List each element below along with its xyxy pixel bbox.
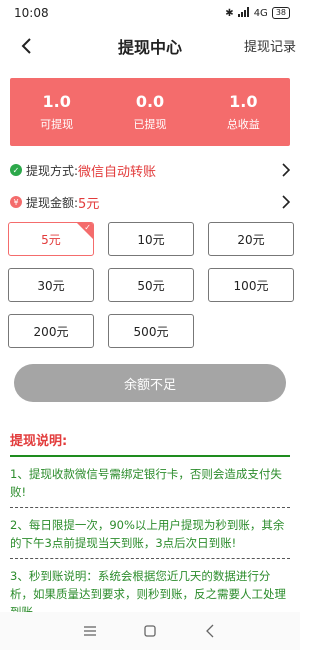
amount-option-20[interactable]: 20元 [208, 222, 294, 256]
chevron-right-icon [282, 195, 290, 209]
battery-icon: 38 [271, 7, 290, 19]
status-time: 10:08 [14, 6, 49, 20]
amount-option-200[interactable]: 200元 [8, 314, 94, 348]
amount-option-label: 20元 [237, 232, 265, 247]
network-type: 4G [253, 7, 268, 19]
withdraw-amount-row[interactable]: ¥ 提现金额: 5元 [0, 186, 300, 218]
amount-option-label: 30元 [37, 278, 65, 293]
amount-option-label: 500元 [133, 324, 169, 339]
amount-option-30[interactable]: 30元 [8, 268, 94, 302]
summary-value: 1.0 [229, 92, 258, 111]
summary-label: 已提现 [133, 118, 167, 131]
menu-icon [84, 626, 96, 636]
chevron-left-icon [21, 38, 31, 54]
signal-icon [237, 6, 250, 20]
check-icon: ✓ [84, 223, 91, 232]
submit-withdraw-button[interactable]: 余额不足 [14, 364, 286, 402]
amount-option-label: 10元 [137, 232, 165, 247]
bluetooth-icon: ✱ [225, 7, 234, 19]
withdraw-method-row[interactable]: ✓ 提现方式: 微信自动转账 [0, 154, 300, 186]
amount-option-5[interactable]: 5元 ✓ [8, 222, 94, 256]
chevron-right-icon [282, 163, 290, 177]
summary-value: 0.0 [135, 92, 165, 111]
amount-option-label: 50元 [137, 278, 165, 293]
method-label: 提现方式: [26, 163, 79, 178]
amount-option-label: 5元 [41, 232, 61, 247]
amount-option-50[interactable]: 50元 [108, 268, 194, 302]
amount-option-label: 200元 [33, 324, 69, 339]
amount-option-10[interactable]: 10元 [108, 222, 194, 256]
back-button[interactable] [14, 34, 38, 58]
amount-value: 5元 [78, 196, 100, 212]
nav-bar: 提现中心 提现记录 [0, 26, 300, 66]
amount-label: 提现金额: [26, 195, 79, 210]
check-circle-icon: ✓ [10, 164, 22, 176]
summary-total: 1.0 总收益 [197, 78, 290, 146]
system-back-button[interactable] [200, 621, 220, 641]
summary-value: 1.0 [42, 92, 71, 111]
page-title: 提现中心 [117, 38, 182, 57]
status-bar: 10:08 ✱ 4G 38 [0, 0, 300, 26]
summary-withdrawn: 0.0 已提现 [103, 78, 196, 146]
back-triangle-icon [206, 624, 214, 638]
amount-option-500[interactable]: 500元 [108, 314, 194, 348]
yen-circle-icon: ¥ [10, 196, 22, 208]
withdraw-record-link[interactable]: 提现记录 [244, 36, 296, 55]
amount-option-label: 100元 [233, 278, 269, 293]
menu-button[interactable] [80, 621, 100, 641]
system-nav-bar [0, 612, 300, 650]
home-button[interactable] [140, 621, 160, 641]
instruction-item: 1、提现收款微信号需绑定银行卡，否则会造成支付失败! [10, 457, 290, 508]
instruction-item: 2、每日限提一次，90%以上用户提现为秒到账，其余的下午3点前提现当天到账，3点… [10, 508, 290, 559]
home-square-icon [144, 625, 156, 637]
withdraw-instructions: 提现说明: 1、提现收款微信号需绑定银行卡，否则会造成支付失败! 2、每日限提一… [0, 430, 300, 628]
summary-label: 可提现 [40, 118, 74, 131]
method-value: 微信自动转账 [78, 164, 157, 180]
amount-option-100[interactable]: 100元 [208, 268, 294, 302]
status-indicators: ✱ 4G 38 [225, 6, 290, 20]
instructions-title: 提现说明: [10, 430, 290, 457]
balance-summary: 1.0 可提现 0.0 已提现 1.0 总收益 [10, 78, 290, 146]
amount-options: 5元 ✓ 10元 20元 30元 50元 100元 200元 500元 [0, 218, 300, 348]
summary-available: 1.0 可提现 [10, 78, 103, 146]
summary-label: 总收益 [226, 118, 260, 131]
